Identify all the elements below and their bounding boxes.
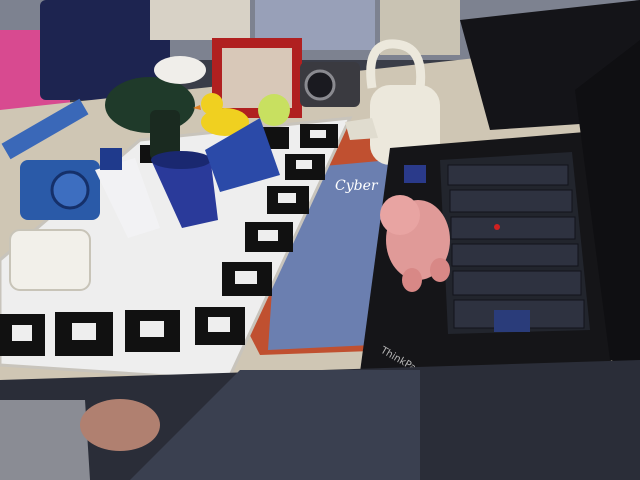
marker-pattern xyxy=(258,230,278,241)
pig-leg xyxy=(430,258,450,282)
marker-pattern xyxy=(140,321,164,337)
marker-pattern xyxy=(208,317,230,332)
laptop-sticker xyxy=(404,165,426,183)
key-row xyxy=(450,216,576,240)
marker-pattern xyxy=(296,160,312,169)
key-row xyxy=(451,243,579,267)
white-box xyxy=(9,229,91,291)
trackpoint xyxy=(494,224,500,230)
marker-pattern xyxy=(72,323,96,340)
cup-rim xyxy=(151,151,211,169)
spray-nozzle xyxy=(100,148,122,170)
pig-head xyxy=(380,195,420,235)
trackpad-button xyxy=(494,310,530,332)
white-bowl xyxy=(154,56,206,84)
camera-lens xyxy=(304,69,336,101)
scene-canvas: Cyber ThinkPad xyxy=(0,0,640,480)
pig-leg xyxy=(402,268,422,292)
marker-pattern xyxy=(278,193,296,203)
hand-icon xyxy=(80,399,160,451)
marker-pattern xyxy=(310,130,326,138)
photo-scene: Cyber ThinkPad xyxy=(0,0,640,480)
marker-pattern xyxy=(12,325,32,341)
key-row xyxy=(449,189,573,213)
marker-pattern xyxy=(235,271,257,284)
key-row xyxy=(452,270,582,296)
toy-car-wheel xyxy=(50,170,90,210)
magazine-title: Cyber xyxy=(335,178,379,194)
duck-head xyxy=(201,93,223,115)
key-row xyxy=(447,164,569,186)
back-box xyxy=(150,0,250,40)
sleeve xyxy=(0,400,90,480)
tennis-ball-icon xyxy=(258,94,290,126)
